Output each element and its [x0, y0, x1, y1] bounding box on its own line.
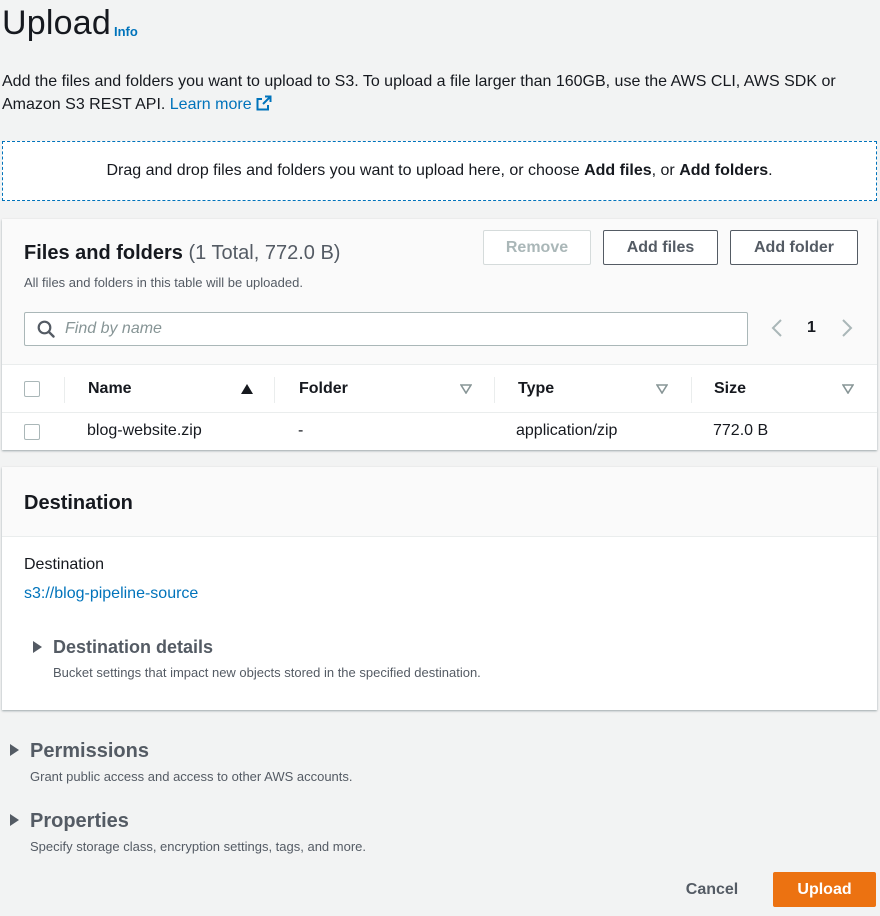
column-divider [691, 377, 692, 403]
destination-panel-title: Destination [24, 492, 133, 514]
files-panel-title: Files and folders (1 Total, 772.0 B) [24, 242, 341, 264]
destination-link[interactable]: s3://blog-pipeline-source [24, 585, 198, 603]
column-divider [274, 377, 275, 403]
cancel-button[interactable]: Cancel [672, 873, 752, 907]
caret-right-icon [33, 641, 42, 653]
cell-name: blog-website.zip [87, 422, 202, 439]
permissions-description: Grant public access and access to other … [30, 769, 353, 784]
caret-right-icon [10, 744, 19, 756]
dropzone-add-files: Add files [584, 162, 652, 179]
chevron-left-icon[interactable] [770, 318, 784, 338]
files-count: (1 Total, 772.0 B) [188, 242, 341, 264]
column-divider [64, 377, 65, 403]
destination-details-title: Destination details [53, 637, 214, 657]
page-number[interactable]: 1 [807, 319, 816, 337]
add-files-button[interactable]: Add files [603, 230, 718, 265]
column-header-folder[interactable]: Folder [299, 365, 348, 413]
column-header-name[interactable]: Name [88, 365, 132, 413]
column-divider [494, 377, 495, 403]
caret-right-icon [10, 814, 19, 826]
drop-zone[interactable]: Drag and drop files and folders you want… [2, 141, 877, 201]
destination-label: Destination [24, 556, 105, 573]
sort-ascending-icon[interactable] [241, 384, 253, 394]
files-panel-description: All files and folders in this table will… [24, 275, 303, 290]
destination-panel-header: Destination [2, 467, 877, 537]
remove-button[interactable]: Remove [483, 230, 591, 265]
permissions-title: Permissions [30, 740, 149, 762]
sort-icon[interactable] [460, 384, 472, 394]
page-title: Upload [2, 4, 111, 42]
search-box [24, 312, 748, 346]
select-all-checkbox[interactable] [24, 381, 40, 397]
properties-title: Properties [30, 810, 129, 832]
chevron-right-icon[interactable] [840, 318, 854, 338]
learn-more-label: Learn more [169, 96, 252, 113]
table-header: Name Folder Type Size [2, 365, 877, 413]
cell-folder: - [298, 422, 304, 439]
destination-panel: Destination Destination s3://blog-pipeli… [2, 467, 877, 710]
external-link-icon [256, 95, 272, 111]
dropzone-text: Drag and drop files and folders you want… [106, 162, 773, 179]
sort-icon[interactable] [656, 384, 668, 394]
upload-button[interactable]: Upload [773, 872, 876, 907]
files-panel-header: Files and folders (1 Total, 772.0 B) All… [2, 219, 877, 365]
intro-text: Add the files and folders you want to up… [2, 70, 862, 116]
sort-icon[interactable] [842, 384, 854, 394]
info-link[interactable]: Info [114, 24, 138, 39]
destination-details-description: Bucket settings that impact new objects … [53, 665, 481, 680]
column-header-type[interactable]: Type [518, 365, 554, 413]
search-icon [37, 320, 55, 338]
learn-more-link[interactable]: Learn more [169, 95, 272, 113]
intro-description: Add the files and folders you want to up… [2, 73, 836, 113]
column-header-size[interactable]: Size [714, 365, 746, 413]
dropzone-add-folders: Add folders [679, 162, 769, 179]
properties-description: Specify storage class, encryption settin… [30, 839, 367, 854]
cell-type: application/zip [516, 422, 618, 439]
add-folder-button[interactable]: Add folder [730, 230, 858, 265]
search-input[interactable] [65, 320, 705, 338]
row-checkbox[interactable] [24, 424, 40, 440]
files-and-folders-panel: Files and folders (1 Total, 772.0 B) All… [2, 219, 877, 450]
cell-size: 772.0 B [713, 422, 769, 439]
